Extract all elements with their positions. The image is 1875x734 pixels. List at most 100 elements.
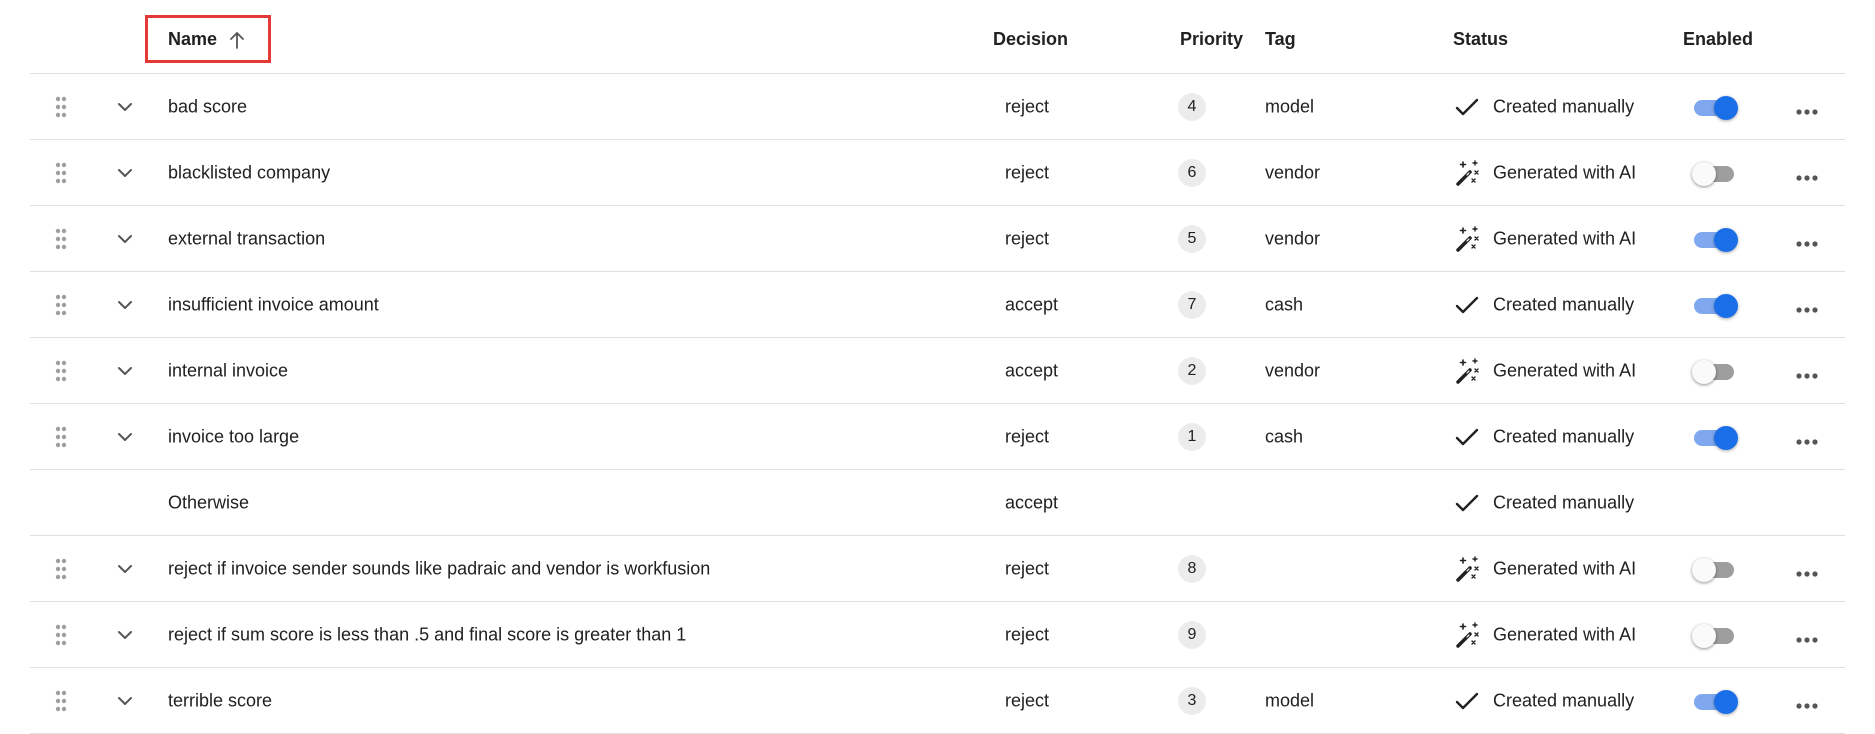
rule-name: Otherwise [168, 492, 250, 512]
enabled-toggle[interactable] [1692, 226, 1738, 252]
more-options-icon[interactable] [1795, 367, 1819, 379]
rule-name: terrible score [168, 690, 273, 710]
toggle-knob [1714, 689, 1738, 714]
rule-name: reject if sum score is less than .5 and … [168, 624, 687, 644]
more-options-icon[interactable] [1795, 631, 1819, 643]
priority-badge: 5 [1178, 224, 1206, 253]
rule-tag: model [1265, 96, 1315, 116]
drag-handle-icon[interactable] [55, 624, 67, 646]
table-row[interactable]: internal invoice accept 2 vendor Generated w… [30, 338, 1845, 404]
rule-tag: cash [1265, 426, 1304, 446]
toggle-knob [1692, 359, 1716, 384]
enabled-toggle[interactable] [1692, 622, 1738, 648]
rule-status: Created manually [1493, 690, 1635, 710]
more-options-icon[interactable] [1795, 169, 1819, 181]
rule-status: Generated with AI [1493, 228, 1637, 248]
column-header-priority[interactable]: Priority [1180, 29, 1243, 50]
rule-status: Created manually [1493, 96, 1635, 116]
enabled-toggle[interactable] [1692, 556, 1738, 582]
chevron-down-icon[interactable] [117, 99, 133, 115]
enabled-toggle[interactable] [1692, 358, 1738, 384]
rule-decision: reject [1005, 162, 1050, 182]
column-header-decision[interactable]: Decision [993, 29, 1068, 50]
priority-badge: 6 [1178, 158, 1206, 187]
rule-decision: reject [1005, 426, 1050, 446]
table-row[interactable]: insufficient invoice amount accept 7 cash Cr… [30, 272, 1845, 338]
table-row[interactable]: invoice too large reject 1 cash Created manu… [30, 404, 1845, 470]
rule-status: Created manually [1493, 294, 1635, 314]
column-header-name-label: Name [168, 29, 218, 49]
column-header-status[interactable]: Status [1453, 29, 1508, 50]
enabled-toggle[interactable] [1692, 160, 1738, 186]
drag-handle-icon[interactable] [55, 228, 67, 250]
arrow-up-icon [230, 31, 244, 49]
drag-handle-icon[interactable] [55, 426, 67, 448]
chevron-down-icon[interactable] [117, 363, 133, 379]
chevron-down-icon[interactable] [117, 297, 133, 313]
column-header-tag[interactable]: Tag [1265, 29, 1296, 50]
table-header: Name Decision Priority Tag Status Enable… [30, 0, 1845, 74]
toggle-knob [1692, 161, 1716, 186]
rule-decision: accept [1005, 492, 1059, 512]
table-row[interactable]: bad score reject 4 model Created manually [30, 74, 1845, 140]
enabled-toggle[interactable] [1692, 424, 1738, 450]
chevron-down-icon[interactable] [117, 165, 133, 181]
drag-handle-icon[interactable] [55, 96, 67, 118]
enabled-toggle[interactable] [1692, 292, 1738, 318]
column-header-name[interactable]: Name [168, 29, 245, 50]
rule-decision: reject [1005, 690, 1050, 710]
rule-name: internal invoice [168, 360, 289, 380]
toggle-knob [1692, 557, 1716, 582]
rule-decision: accept [1005, 294, 1059, 314]
column-header-enabled[interactable]: Enabled [1683, 29, 1753, 50]
more-options-icon[interactable] [1795, 433, 1819, 445]
rules-table: Name Decision Priority Tag Status Enable… [30, 0, 1845, 734]
chevron-down-icon[interactable] [117, 561, 133, 577]
magic-wand-icon [1453, 357, 1481, 385]
check-icon [1453, 687, 1481, 715]
rule-tag: vendor [1265, 360, 1321, 380]
enabled-toggle[interactable] [1692, 688, 1738, 714]
drag-handle-icon[interactable] [55, 360, 67, 382]
more-options-icon[interactable] [1795, 235, 1819, 247]
rule-decision: reject [1005, 558, 1050, 578]
rule-decision: reject [1005, 624, 1050, 644]
drag-handle-icon[interactable] [55, 162, 67, 184]
priority-badge: 9 [1178, 620, 1206, 649]
table-row[interactable]: blacklisted company reject 6 vendor Generate… [30, 140, 1845, 206]
toggle-knob [1714, 425, 1738, 450]
enabled-toggle[interactable] [1692, 94, 1738, 120]
more-options-icon[interactable] [1795, 301, 1819, 313]
priority-badge: 1 [1178, 422, 1206, 451]
toggle-knob [1714, 227, 1738, 252]
drag-handle-icon[interactable] [55, 690, 67, 712]
table-row[interactable]: reject if sum score is less than .5 and … [30, 602, 1845, 668]
priority-badge: 4 [1178, 92, 1206, 121]
chevron-down-icon[interactable] [117, 231, 133, 247]
check-icon [1453, 423, 1481, 451]
rule-name: blacklisted company [168, 162, 331, 182]
table-row[interactable]: reject if invoice sender sounds like pad… [30, 536, 1845, 602]
rule-tag: cash [1265, 294, 1304, 314]
table-row[interactable]: terrible score reject 3 model Created manual… [30, 668, 1845, 734]
priority-badge: 7 [1178, 290, 1206, 319]
table-row[interactable]: Otherwise accept Created manually [30, 470, 1845, 536]
more-options-icon[interactable] [1795, 697, 1819, 709]
chevron-down-icon[interactable] [117, 627, 133, 643]
table-row[interactable]: external transaction reject 5 vendor Generat… [30, 206, 1845, 272]
rule-status: Created manually [1493, 492, 1635, 512]
priority-badge: 2 [1178, 356, 1206, 385]
magic-wand-icon [1453, 159, 1481, 187]
priority-badge: 8 [1178, 554, 1206, 583]
rule-name: bad score [168, 96, 248, 116]
magic-wand-icon [1453, 555, 1481, 583]
toggle-knob [1714, 293, 1738, 318]
chevron-down-icon[interactable] [117, 429, 133, 445]
rule-status: Generated with AI [1493, 624, 1637, 644]
rule-decision: reject [1005, 228, 1050, 248]
more-options-icon[interactable] [1795, 103, 1819, 115]
chevron-down-icon[interactable] [117, 693, 133, 709]
drag-handle-icon[interactable] [55, 558, 67, 580]
drag-handle-icon[interactable] [55, 294, 67, 316]
more-options-icon[interactable] [1795, 565, 1819, 577]
